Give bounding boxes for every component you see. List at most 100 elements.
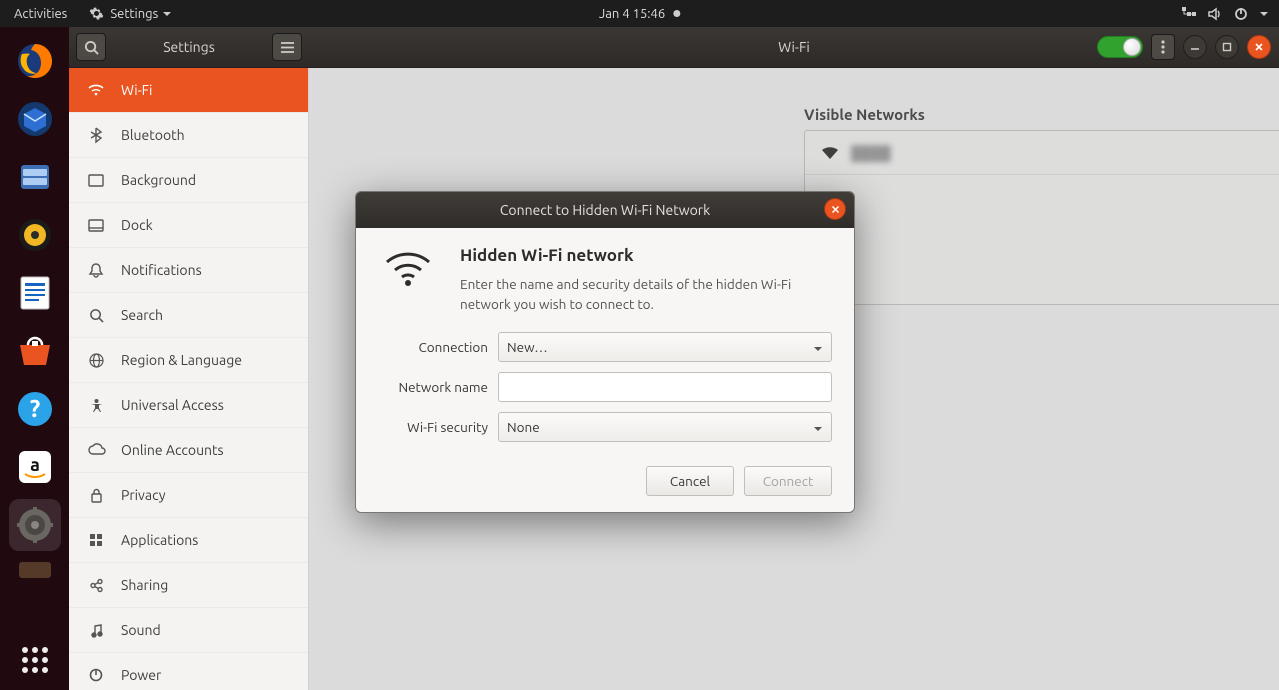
notification-dot-icon	[673, 10, 680, 17]
accessibility-icon	[87, 398, 105, 413]
sidebar-item-wifi[interactable]: Wi-Fi	[69, 68, 308, 113]
launcher-files[interactable]	[9, 151, 61, 203]
clock[interactable]: Jan 4 15:46	[599, 7, 680, 21]
connection-label: Connection	[378, 339, 498, 355]
sidebar-item-background[interactable]: Background	[69, 158, 308, 203]
chevron-down-icon[interactable]	[1259, 9, 1269, 19]
sidebar-item-label: Power	[121, 667, 161, 683]
dialog-heading: Hidden Wi-Fi network	[460, 246, 820, 265]
sidebar-item-label: Background	[121, 172, 196, 188]
close-icon	[831, 205, 840, 214]
search-icon	[84, 40, 99, 55]
sidebar-item-dock[interactable]: Dock	[69, 203, 308, 248]
volume-icon[interactable]	[1207, 6, 1223, 22]
sidebar-item-label: Applications	[121, 532, 198, 548]
show-applications[interactable]	[9, 634, 61, 686]
gnome-topbar: Activities Settings Jan 4 15:46	[0, 0, 1279, 27]
sidebar-item-search[interactable]: Search	[69, 293, 308, 338]
background-icon	[87, 174, 105, 187]
sidebar-item-label: Privacy	[121, 487, 165, 503]
launcher-software[interactable]	[9, 325, 61, 377]
sidebar-item-label: Sound	[121, 622, 161, 638]
sidebar-item-label: Online Accounts	[121, 442, 224, 458]
sidebar-item-applications[interactable]: Applications	[69, 518, 308, 563]
note-icon	[87, 623, 105, 638]
page-title: Wi-Fi	[778, 39, 809, 55]
wifi-icon	[87, 83, 105, 97]
sidebar-item-region[interactable]: Region & Language	[69, 338, 308, 383]
search-button[interactable]	[76, 33, 106, 61]
cancel-button[interactable]: Cancel	[646, 466, 734, 496]
dialog-titlebar: Connect to Hidden Wi-Fi Network	[356, 192, 854, 228]
svg-text:a: a	[30, 455, 40, 475]
gear-icon	[89, 6, 104, 21]
bluetooth-icon	[87, 127, 105, 143]
sidebar-item-universal-access[interactable]: Universal Access	[69, 383, 308, 428]
chevron-down-icon	[813, 419, 823, 435]
lock-icon	[87, 488, 105, 503]
network-name-input[interactable]	[498, 372, 832, 402]
launcher-thunderbird[interactable]	[9, 93, 61, 145]
sidebar-item-label: Wi-Fi	[121, 82, 152, 98]
wifi-large-icon	[378, 246, 438, 314]
wifi-security-label: Wi-Fi security	[378, 419, 498, 435]
maximize-icon	[1222, 42, 1232, 52]
connection-select[interactable]: New…	[498, 332, 832, 362]
app-menu-label: Settings	[110, 7, 158, 21]
sidebar-item-notifications[interactable]: Notifications	[69, 248, 308, 293]
sidebar-item-privacy[interactable]: Privacy	[69, 473, 308, 518]
kebab-icon	[1161, 40, 1165, 54]
grid-icon	[87, 533, 105, 547]
app-title: Settings	[112, 39, 266, 55]
dialog-title: Connect to Hidden Wi-Fi Network	[356, 202, 854, 218]
activities-button[interactable]: Activities	[0, 7, 81, 21]
wifi-security-select[interactable]: None	[498, 412, 832, 442]
cloud-icon	[87, 444, 105, 456]
connection-value: New…	[507, 339, 548, 355]
sidebar-item-sharing[interactable]: Sharing	[69, 563, 308, 608]
launcher-amazon[interactable]: a	[9, 441, 61, 493]
hamburger-menu-button[interactable]	[272, 33, 302, 61]
launcher-firefox[interactable]	[9, 35, 61, 87]
sidebar-item-label: Search	[121, 307, 163, 323]
launcher-unknown[interactable]	[9, 557, 61, 583]
sidebar-item-label: Notifications	[121, 262, 202, 278]
launcher-help[interactable]: ?	[9, 383, 61, 435]
wifi-security-value: None	[507, 419, 540, 435]
bell-icon	[87, 263, 105, 278]
sidebar-item-bluetooth[interactable]: Bluetooth	[69, 113, 308, 158]
clock-label: Jan 4 15:46	[599, 7, 665, 21]
app-menu[interactable]: Settings	[81, 6, 186, 21]
svg-text:?: ?	[29, 395, 40, 422]
close-icon	[1254, 42, 1264, 52]
launcher-libreoffice-writer[interactable]	[9, 267, 61, 319]
window-close[interactable]	[1247, 35, 1271, 59]
search-icon	[87, 308, 105, 323]
chevron-down-icon	[813, 339, 823, 355]
share-icon	[87, 578, 105, 593]
wifi-toggle[interactable]	[1097, 36, 1143, 58]
dock-icon	[87, 219, 105, 232]
connect-button[interactable]: Connect	[744, 466, 832, 496]
page-menu-button[interactable]	[1151, 34, 1175, 60]
globe-icon	[87, 353, 105, 368]
network-icon[interactable]	[1181, 6, 1197, 22]
sidebar-item-sound[interactable]: Sound	[69, 608, 308, 653]
dialog-close-button[interactable]	[824, 198, 846, 220]
sidebar-item-label: Region & Language	[121, 352, 242, 368]
sidebar-item-online-accounts[interactable]: Online Accounts	[69, 428, 308, 473]
launcher-rhythmbox[interactable]	[9, 209, 61, 261]
chevron-down-icon	[162, 9, 172, 19]
minimize-icon	[1190, 42, 1200, 52]
window-titlebar: Settings Wi-Fi	[69, 27, 1279, 68]
power-icon	[87, 668, 105, 682]
hidden-wifi-dialog: Connect to Hidden Wi-Fi Network Hidden W…	[355, 191, 855, 513]
sidebar-item-label: Bluetooth	[121, 127, 185, 143]
network-name-label: Network name	[378, 379, 498, 395]
window-minimize[interactable]	[1183, 35, 1207, 59]
sidebar-item-label: Dock	[121, 217, 153, 233]
window-maximize[interactable]	[1215, 35, 1239, 59]
sidebar-item-power[interactable]: Power	[69, 653, 308, 690]
power-icon[interactable]	[1233, 6, 1249, 22]
launcher-settings[interactable]	[9, 499, 61, 551]
